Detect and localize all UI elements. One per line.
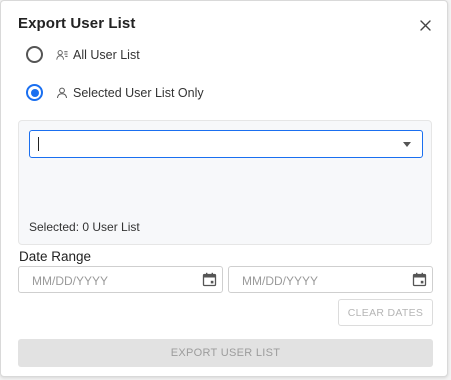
start-date-placeholder: MM/DD/YYYY xyxy=(32,274,109,288)
option-label-selected-user-list: Selected User List Only xyxy=(73,85,204,100)
option-selected-user-list[interactable]: Selected User List Only xyxy=(26,84,204,101)
export-user-list-button[interactable]: EXPORT USER LIST xyxy=(18,339,433,367)
end-date-field[interactable]: MM/DD/YYYY xyxy=(228,266,433,293)
calendar-icon[interactable] xyxy=(412,272,427,287)
start-date-field[interactable]: MM/DD/YYYY xyxy=(18,266,223,293)
radio-all-user-list[interactable] xyxy=(26,46,43,63)
user-list-combobox[interactable] xyxy=(29,130,423,158)
dialog-title: Export User List xyxy=(18,15,136,32)
chevron-down-icon[interactable] xyxy=(403,142,411,147)
date-range-label: Date Range xyxy=(19,249,92,264)
user-list-icon xyxy=(56,49,68,61)
radio-selected-user-list[interactable] xyxy=(26,84,43,101)
user-list-selection-panel: Selected: 0 User List xyxy=(18,120,432,245)
option-all-user-list[interactable]: All User List xyxy=(26,46,140,63)
selected-count-text: Selected: 0 User List xyxy=(29,220,140,234)
user-icon xyxy=(56,87,68,99)
export-user-list-dialog: Export User List All User List Selected … xyxy=(0,0,448,377)
calendar-icon[interactable] xyxy=(202,272,217,287)
text-caret xyxy=(38,137,39,151)
close-button[interactable] xyxy=(417,17,433,33)
option-label-all-user-list: All User List xyxy=(73,47,140,62)
user-list-search-input[interactable] xyxy=(38,136,388,152)
end-date-placeholder: MM/DD/YYYY xyxy=(242,274,319,288)
close-icon xyxy=(419,19,431,31)
clear-dates-button[interactable]: CLEAR DATES xyxy=(338,299,433,326)
